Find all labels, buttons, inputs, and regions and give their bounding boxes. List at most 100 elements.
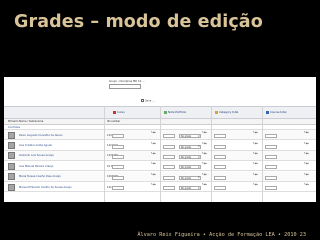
cell-action-icons[interactable]: ✎◉▸ xyxy=(202,173,207,176)
name-column-header[interactable]: Primeiro Nome / Sobrenome xyxy=(8,120,43,123)
avatar[interactable] xyxy=(8,162,15,170)
column-divider xyxy=(104,106,105,202)
column-header-2[interactable]: Nota Portfolio xyxy=(164,109,186,115)
grade-input[interactable] xyxy=(112,175,124,180)
cell-action-icons[interactable]: ✎◉▸ xyxy=(151,183,156,186)
cell-action-icons[interactable]: ✎◉▸ xyxy=(304,131,309,134)
cell-action-icons[interactable]: ✎◉▸ xyxy=(304,173,309,176)
cell-action-icons[interactable]: ✎◉▸ xyxy=(253,152,258,155)
grade-input[interactable] xyxy=(112,144,124,149)
student-name[interactable]: Ana Manuel Pereira Araújo xyxy=(19,165,53,168)
cell-action-icons[interactable]: ✎◉▸ xyxy=(151,131,156,134)
grade-cell: ✎◉▸ xyxy=(263,162,313,170)
flag-checkbox[interactable] xyxy=(141,99,144,102)
student-name[interactable]: Manuel Eduardo Coelho de Sousa Araujo xyxy=(19,186,72,189)
total-icon xyxy=(266,110,269,114)
grade-input[interactable] xyxy=(265,186,277,191)
grade-input[interactable] xyxy=(214,134,226,139)
cell-action-icons[interactable]: ✎◉▸ xyxy=(202,142,207,145)
avatar[interactable] xyxy=(8,152,15,160)
grade-input[interactable] xyxy=(214,175,226,180)
grade-cell: ✎◉▸ xyxy=(212,173,262,181)
slide-footer: Álvaro Reis Figueira • Acção de Formação… xyxy=(137,232,306,238)
cell-action-icons[interactable]: ✎◉▸ xyxy=(304,152,309,155)
cell-action-icons[interactable]: ✎◉▸ xyxy=(304,183,309,186)
save-flag[interactable]: Save ... xyxy=(141,99,155,103)
grade-dropdown[interactable]: No grade xyxy=(179,144,201,149)
grade-cell: ✎◉▸ xyxy=(110,142,160,150)
cell-action-icons[interactable]: ✎◉▸ xyxy=(151,142,156,145)
cell-action-icons[interactable]: ✎◉▸ xyxy=(202,152,207,155)
grade-input[interactable] xyxy=(112,165,124,170)
cell-action-icons[interactable]: ✎◉▸ xyxy=(253,142,258,145)
category-icon xyxy=(215,110,218,114)
column-divider xyxy=(262,106,263,202)
id-column-header[interactable]: ID number xyxy=(107,120,120,123)
grade-item-icon xyxy=(113,110,116,114)
grade-cell: ✎◉▸ xyxy=(212,152,262,160)
group-selector[interactable]: Grupo - Disciplina MD 10 ... xyxy=(109,80,145,89)
grade-input[interactable] xyxy=(265,144,277,149)
cell-action-icons[interactable]: ✎◉▸ xyxy=(304,142,309,145)
grade-dropdown[interactable]: No grade xyxy=(179,154,201,159)
cell-action-icons[interactable]: ✎◉▸ xyxy=(253,131,258,134)
grade-input[interactable] xyxy=(112,154,124,159)
grade-input[interactable] xyxy=(112,134,124,139)
grade-cell: ✎◉▸ No grade xyxy=(161,142,211,150)
grade-input[interactable] xyxy=(163,144,175,149)
grade-cell: ✎◉▸ xyxy=(110,183,160,191)
group-selector-box[interactable] xyxy=(109,84,141,89)
student-name[interactable]: Paulo Augusto Carvalho de Abreu xyxy=(19,134,62,137)
grade-input[interactable] xyxy=(163,165,175,170)
grade-input[interactable] xyxy=(214,154,226,159)
column-header-3[interactable]: Category total xyxy=(215,109,238,115)
grade-input[interactable] xyxy=(265,154,277,159)
cell-action-icons[interactable]: ✎◉▸ xyxy=(202,131,207,134)
avatar[interactable] xyxy=(8,141,15,149)
grade-cell: ✎◉▸ xyxy=(110,152,160,160)
column-header-4[interactable]: Course total xyxy=(266,109,286,115)
cell-action-icons[interactable]: ✎◉▸ xyxy=(253,173,258,176)
student-name[interactable]: Maria Teresa Coelho Dias Araújo xyxy=(19,175,61,178)
cell-action-icons[interactable]: ✎◉▸ xyxy=(253,162,258,165)
grade-dropdown[interactable]: No grade xyxy=(179,186,201,190)
cell-action-icons[interactable]: ✎◉▸ xyxy=(151,173,156,176)
avatar[interactable] xyxy=(8,183,15,191)
grade-cell: ✎◉▸ No grade xyxy=(161,183,211,191)
grade-cell: ✎◉▸ No grade xyxy=(161,173,211,181)
cell-action-icons[interactable]: ✎◉▸ xyxy=(202,162,207,165)
grade-cell: ✎◉▸ xyxy=(212,162,262,170)
column-header-1[interactable]: Curso xyxy=(113,109,125,115)
grade-input[interactable] xyxy=(163,134,175,139)
grade-input[interactable] xyxy=(214,186,226,191)
grade-input[interactable] xyxy=(265,175,277,180)
cell-action-icons[interactable]: ✎◉▸ xyxy=(202,183,207,186)
grade-cell: ✎◉▸ xyxy=(263,131,313,139)
cell-action-icons[interactable]: ✎◉▸ xyxy=(151,152,156,155)
grade-input[interactable] xyxy=(214,144,226,149)
grade-input[interactable] xyxy=(265,134,277,139)
grade-dropdown[interactable]: No grade xyxy=(179,165,201,170)
grade-input[interactable] xyxy=(214,165,226,170)
cell-action-icons[interactable]: ✎◉▸ xyxy=(151,162,156,165)
cell-action-icons[interactable]: ✎◉▸ xyxy=(304,162,309,165)
grade-input[interactable] xyxy=(265,165,277,170)
grade-input[interactable] xyxy=(163,175,175,180)
student-name[interactable]: Godardo Luis Sousa Araújo xyxy=(19,154,54,157)
avatar[interactable] xyxy=(8,173,15,181)
grade-dropdown[interactable]: No grade xyxy=(179,134,201,138)
column-header-label: Category total xyxy=(219,110,239,114)
cell-action-icons[interactable]: ✎◉▸ xyxy=(253,183,258,186)
column-header-label: Nota Portfolio xyxy=(168,110,187,114)
grade-input[interactable] xyxy=(163,154,175,159)
grade-cell: ✎◉▸ xyxy=(212,142,262,150)
grade-dropdown[interactable]: No grade xyxy=(179,175,201,180)
column-header-label: Curso xyxy=(117,110,125,114)
grade-cell: ✎◉▸ xyxy=(110,131,160,139)
avatar[interactable] xyxy=(8,131,15,139)
grade-input[interactable] xyxy=(112,186,124,191)
column-divider xyxy=(160,106,161,202)
student-name[interactable]: Ana Cristina Costa Aguiar xyxy=(19,144,52,147)
grade-input[interactable] xyxy=(163,186,175,191)
grade-cell: ✎◉▸ No grade xyxy=(161,131,211,139)
